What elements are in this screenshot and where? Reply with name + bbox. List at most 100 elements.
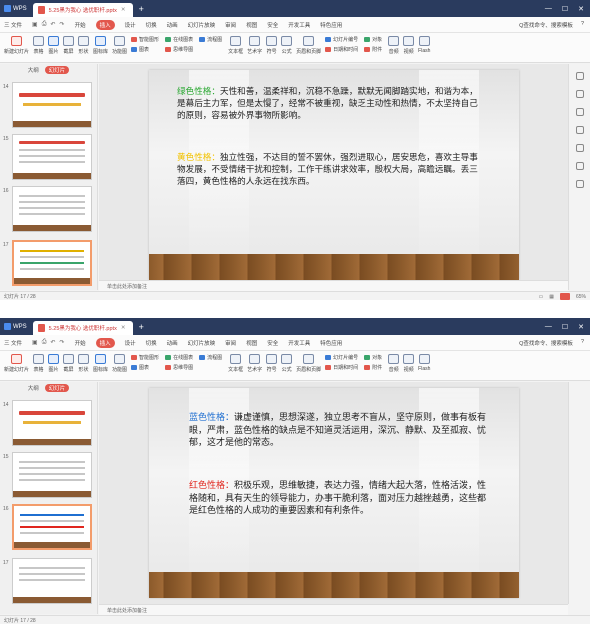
maximize-icon[interactable]: ☐ [562, 5, 568, 13]
command-search[interactable]: Q查找命令、搜索模板 [519, 21, 573, 29]
undo-icon[interactable]: ↶ [51, 21, 56, 28]
slide-number-button[interactable]: 幻灯片编号 [325, 36, 358, 43]
menu-view[interactable]: 视图 [246, 339, 257, 347]
green-personality-paragraph[interactable]: 绿色性格：天性和善，温柔祥和，沉稳不急躁，默默无闻脚踏实地，和谐为本，是幕后主力… [177, 86, 482, 122]
command-search[interactable]: Q查找命令、搜索模板 [519, 339, 573, 347]
shape-button[interactable]: 形状 [78, 354, 90, 373]
notes-area[interactable]: 单击此处添加备注 [99, 604, 568, 615]
red-personality-paragraph[interactable]: 红色性格：积极乐观，思维敏捷，表达力强，情绪大起大落，性格活泼，性格随和，具有天… [189, 480, 489, 518]
tab-slides[interactable]: 幻灯片 [44, 384, 70, 392]
slide-thumbnail[interactable] [12, 134, 92, 180]
flash-button[interactable]: Flash [418, 354, 430, 372]
new-tab-icon[interactable]: + [139, 4, 144, 14]
flowchart-button[interactable]: 流程图 [199, 354, 222, 361]
menu-view[interactable]: 视图 [246, 21, 257, 29]
tab-slides[interactable]: 幻灯片 [44, 66, 70, 74]
attachment-button[interactable]: 附件 [364, 46, 382, 53]
menu-animation[interactable]: 动画 [167, 21, 178, 29]
redo-icon[interactable]: ↷ [60, 21, 65, 28]
new-slide-button[interactable]: 新建幻灯片 [4, 354, 29, 373]
backup-icon[interactable] [575, 162, 584, 170]
date-time-button[interactable]: 日期和时间 [325, 364, 358, 371]
menu-review[interactable]: 审阅 [225, 21, 236, 29]
icon-library-button[interactable]: 图标库 [93, 36, 108, 55]
textbox-button[interactable]: 文本框 [228, 36, 243, 55]
yellow-personality-paragraph[interactable]: 黄色性格：独立性强，不达目的誓不罢休，强烈进取心，居安思危，喜欢主导事物发展，不… [177, 152, 482, 188]
print-icon[interactable]: ⎙ [42, 21, 47, 28]
chart-button[interactable]: 图表 [131, 46, 159, 53]
wps-logo[interactable]: WPS [0, 5, 33, 12]
minimize-icon[interactable]: — [545, 323, 552, 331]
smart-art-button[interactable]: 智能图形 [131, 354, 159, 361]
menu-home[interactable]: 开始 [75, 339, 86, 347]
menu-features[interactable]: 特色应用 [320, 339, 342, 347]
header-footer-button[interactable]: 页眉和页脚 [296, 36, 321, 55]
slide[interactable]: 绿色性格：天性和善，温柔祥和，沉稳不急躁，默默无闻脚踏实地，和谐为本，是幕后主力… [149, 70, 519, 280]
blue-personality-paragraph[interactable]: 蓝色性格：谦虚谨慎，思想深遂，独立思考不盲从，坚守原则，做事有板有眼，严肃，蓝色… [189, 412, 489, 450]
slide-thumbnail[interactable] [12, 82, 92, 128]
menu-transition[interactable]: 切换 [146, 339, 157, 347]
audio-button[interactable]: 音频 [388, 36, 400, 55]
mindmap-button[interactable]: 思维导图 [165, 364, 193, 371]
menu-transition[interactable]: 切换 [146, 21, 157, 29]
menu-developer[interactable]: 开发工具 [288, 21, 310, 29]
help-icon[interactable]: ? [581, 21, 584, 29]
close-tab-icon[interactable]: ✕ [121, 325, 126, 331]
flash-button[interactable]: Flash [418, 36, 430, 54]
slide-thumbnail-selected[interactable] [12, 504, 92, 550]
undo-icon[interactable]: ↶ [51, 339, 56, 346]
document-tab[interactable]: 5.25黑为我心 选优职杆.pptx ✕ [32, 3, 133, 17]
zoom-level[interactable]: 65% [576, 294, 586, 300]
file-menu[interactable]: 三 文件 [4, 21, 22, 29]
screenshot-button[interactable]: 截屏 [63, 354, 75, 373]
tab-outline[interactable]: 大纲 [28, 66, 39, 74]
menu-developer[interactable]: 开发工具 [288, 339, 310, 347]
attachment-button[interactable]: 附件 [364, 364, 382, 371]
function-chart-button[interactable]: 功能图 [112, 354, 127, 373]
menu-security[interactable]: 安全 [267, 21, 278, 29]
formula-button[interactable]: 公式 [281, 354, 293, 373]
header-footer-button[interactable]: 页眉和页脚 [296, 354, 321, 373]
shape-icon[interactable] [575, 108, 584, 116]
minimize-icon[interactable]: — [545, 5, 552, 13]
wps-logo[interactable]: WPS [0, 323, 33, 330]
menu-home[interactable]: 开始 [75, 21, 86, 29]
play-slideshow-button[interactable] [559, 293, 570, 300]
menu-review[interactable]: 审阅 [225, 339, 236, 347]
tab-outline[interactable]: 大纲 [28, 384, 39, 392]
function-chart-button[interactable]: 功能图 [112, 36, 127, 55]
close-window-icon[interactable]: ✕ [578, 5, 584, 13]
menu-security[interactable]: 安全 [267, 339, 278, 347]
settings-icon[interactable] [575, 180, 584, 188]
smart-art-button[interactable]: 智能图形 [131, 36, 159, 43]
print-icon[interactable]: ⎙ [42, 339, 47, 346]
document-tab[interactable]: 5.25黑为我心 选优职杆.pptx ✕ [32, 321, 133, 335]
menu-design[interactable]: 设计 [125, 339, 136, 347]
picture-button[interactable]: 图片 [48, 354, 60, 373]
redo-icon[interactable]: ↷ [60, 339, 65, 346]
select-icon[interactable] [575, 72, 584, 80]
symbol-button[interactable]: 符号 [266, 36, 278, 55]
style-icon[interactable] [575, 90, 584, 98]
menu-slideshow[interactable]: 幻灯片放映 [188, 21, 216, 29]
menu-design[interactable]: 设计 [125, 21, 136, 29]
symbol-button[interactable]: 符号 [266, 354, 278, 373]
icon-library-button[interactable]: 图标库 [93, 354, 108, 373]
video-button[interactable]: 视频 [403, 36, 415, 55]
wordart-button[interactable]: 艺术字 [247, 354, 262, 373]
formula-button[interactable]: 公式 [281, 36, 293, 55]
menu-animation[interactable]: 动画 [167, 339, 178, 347]
textbox-button[interactable]: 文本框 [228, 354, 243, 373]
new-tab-icon[interactable]: + [139, 322, 144, 332]
picture-button[interactable]: 图片 [48, 36, 60, 55]
slide[interactable]: 蓝色性格：谦虚谨慎，思想深遂，独立思考不盲从，坚守原则，做事有板有眼，严肃，蓝色… [149, 388, 519, 598]
wordart-button[interactable]: 艺术字 [247, 36, 262, 55]
date-time-button[interactable]: 日期和时间 [325, 46, 358, 53]
menu-features[interactable]: 特色应用 [320, 21, 342, 29]
maximize-icon[interactable]: ☐ [562, 323, 568, 331]
slide-thumbnail-selected[interactable] [12, 240, 92, 286]
mindmap-button[interactable]: 思维导图 [165, 46, 193, 53]
slide-thumbnail[interactable] [12, 400, 92, 446]
table-button[interactable]: 表格 [33, 36, 45, 55]
normal-view-icon[interactable]: ▭ [539, 294, 544, 300]
